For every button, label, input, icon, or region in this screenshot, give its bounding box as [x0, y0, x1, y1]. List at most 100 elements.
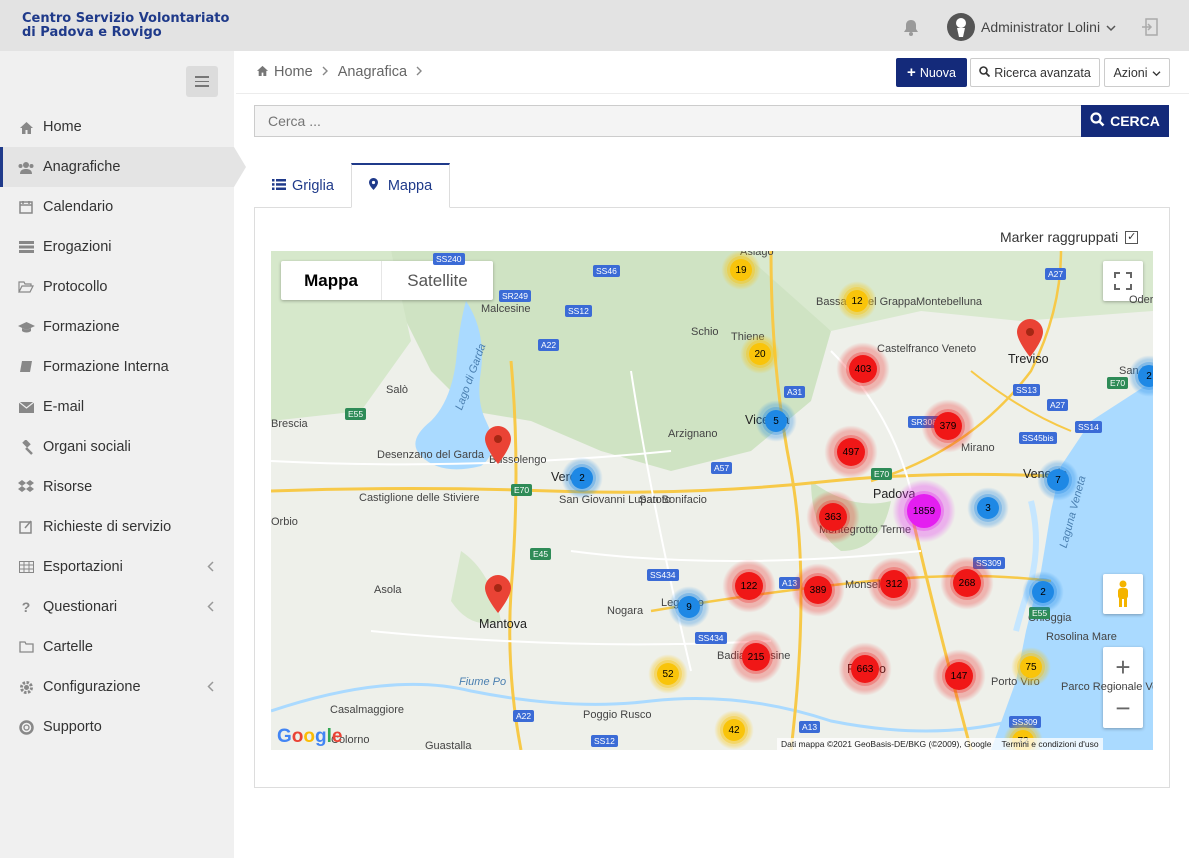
sidebar-item-anagrafiche[interactable]: Anagrafiche — [0, 147, 246, 187]
map-place-label: Schio — [691, 326, 719, 338]
map-place-label: Salò — [386, 384, 409, 396]
sidebar-item-formazione-interna[interactable]: Formazione Interna — [0, 347, 234, 387]
marker-cluster[interactable]: 389 — [791, 563, 845, 617]
sidebar-item-organi-sociali[interactable]: Organi sociali — [0, 427, 234, 467]
brand-title[interactable]: Centro Servizio Volontariato di Padova e… — [22, 12, 229, 40]
map-type-map-button[interactable]: Mappa — [281, 261, 382, 300]
envelope-icon — [17, 398, 35, 416]
home-icon — [256, 64, 269, 80]
sidebar-item-label: Formazione — [43, 319, 120, 335]
plus-icon: + — [907, 63, 916, 81]
map-type-satellite-button[interactable]: Satellite — [382, 261, 493, 300]
map-canvas[interactable]: Mappa Satellite + − AsiagoBassano del Gr… — [271, 251, 1153, 750]
marker-cluster-count: 663 — [851, 655, 879, 683]
sidebar-item-label: Cartelle — [43, 639, 93, 655]
sidebar-menu: Home Anagrafiche Calendario Erogazioni P… — [0, 107, 246, 747]
users-icon — [17, 158, 35, 176]
marker-cluster-count: 363 — [819, 503, 847, 531]
road-shield: SS46 — [593, 265, 620, 277]
sidebar-item-esportazioni[interactable]: Esportazioni — [0, 547, 234, 587]
breadcrumb-home[interactable]: Home — [274, 64, 313, 80]
map-pin-marker[interactable] — [485, 426, 511, 469]
marker-cluster[interactable]: 215 — [729, 630, 783, 684]
marker-cluster[interactable]: 52 — [648, 654, 688, 694]
tab-mappa[interactable]: Mappa — [351, 163, 450, 208]
hamburger-menu-button[interactable] — [186, 66, 218, 97]
marker-cluster[interactable]: 19 — [721, 251, 761, 290]
marker-cluster-count: 2 — [1138, 365, 1153, 387]
grouped-markers-toggle[interactable]: Marker raggruppati ✓ — [1000, 229, 1139, 245]
marker-cluster[interactable]: 20 — [740, 334, 780, 374]
sidebar-item-richieste-di-servizio[interactable]: Richieste di servizio — [0, 507, 234, 547]
sidebar-item-calendario[interactable]: Calendario — [0, 187, 234, 227]
marker-cluster[interactable]: 3 — [967, 487, 1009, 529]
marker-cluster[interactable]: 147 — [932, 649, 986, 703]
sidebar-item-erogazioni[interactable]: Erogazioni — [0, 227, 234, 267]
top-bar: Centro Servizio Volontariato di Padova e… — [0, 0, 1189, 51]
sidebar-item-cartelle[interactable]: Cartelle — [0, 627, 234, 667]
map-place-label: Parco Regionale Veneto — [1061, 681, 1153, 693]
marker-cluster[interactable]: 363 — [806, 490, 860, 544]
dropbox-icon — [17, 478, 35, 496]
sidebar-item-home[interactable]: Home — [0, 107, 234, 147]
home-icon — [17, 118, 35, 136]
sidebar-item-configurazione[interactable]: Configurazione — [0, 667, 234, 707]
marker-cluster-count: 122 — [735, 572, 763, 600]
marker-cluster[interactable]: 7 — [1037, 459, 1079, 501]
search-input[interactable] — [254, 105, 1082, 137]
logout-icon[interactable] — [1140, 17, 1160, 42]
road-shield: SS434 — [647, 569, 679, 581]
map-place-label: San Bonifacio — [639, 494, 707, 506]
marker-cluster[interactable]: 663 — [838, 642, 892, 696]
sidebar-item-supporto[interactable]: Supporto — [0, 707, 234, 747]
marker-cluster[interactable]: 312 — [867, 557, 921, 611]
map-place-label: Asola — [374, 584, 402, 596]
marker-cluster[interactable]: 75 — [1011, 647, 1051, 687]
marker-cluster-count: 75 — [1020, 656, 1042, 678]
map-pin-marker[interactable] — [1017, 319, 1043, 362]
marker-cluster[interactable]: 2 — [561, 457, 603, 499]
marker-cluster[interactable]: 9 — [668, 586, 710, 628]
marker-cluster[interactable]: 268 — [940, 556, 994, 610]
sidebar-item-risorse[interactable]: Risorse — [0, 467, 234, 507]
zoom-out-button[interactable]: − — [1103, 688, 1143, 728]
actions-dropdown[interactable]: Azioni — [1104, 58, 1170, 87]
tab-griglia[interactable]: Griglia — [272, 163, 334, 208]
street-view-pegman[interactable] — [1103, 574, 1143, 614]
user-menu[interactable]: Administrator Lolini — [947, 13, 1116, 41]
new-button-label: Nuova — [919, 65, 956, 80]
sidebar-item-email[interactable]: E-mail — [0, 387, 234, 427]
breadcrumb-current[interactable]: Anagrafica — [338, 64, 407, 80]
marker-cluster-count: 2 — [571, 467, 593, 489]
marker-cluster[interactable]: 5 — [755, 400, 797, 442]
terms-link[interactable]: Termini e condizioni d'uso — [1002, 739, 1099, 749]
sidebar-item-label: Formazione Interna — [43, 359, 169, 375]
sidebar-item-formazione[interactable]: Formazione — [0, 307, 234, 347]
grouped-markers-label: Marker raggruppati — [1000, 229, 1119, 245]
marker-cluster[interactable]: 2 — [1022, 571, 1064, 613]
search-button[interactable]: CERCA — [1081, 105, 1169, 137]
advanced-search-button[interactable]: Ricerca avanzata — [970, 58, 1100, 87]
marker-cluster[interactable]: 497 — [824, 425, 878, 479]
marker-cluster[interactable]: 122 — [722, 559, 776, 613]
marker-cluster[interactable]: 379 — [921, 399, 975, 453]
grouped-markers-checkbox[interactable]: ✓ — [1125, 230, 1139, 244]
marker-cluster[interactable]: 12 — [837, 281, 877, 321]
marker-cluster[interactable]: 403 — [836, 342, 890, 396]
marker-cluster-count: 268 — [953, 569, 981, 597]
marker-cluster[interactable]: 1859 — [892, 479, 956, 543]
road-shield: E45 — [530, 548, 552, 560]
new-button[interactable]: + Nuova — [896, 58, 967, 87]
bell-icon[interactable] — [903, 19, 919, 41]
marker-cluster-count: 52 — [657, 663, 679, 685]
map-pin-marker[interactable] — [485, 575, 511, 618]
map-pin-icon — [485, 426, 511, 464]
marker-cluster[interactable]: 42 — [714, 710, 754, 750]
sidebar-item-protocollo[interactable]: Protocollo — [0, 267, 234, 307]
list-icon — [272, 178, 286, 194]
sidebar-item-label: Anagrafiche — [43, 159, 121, 175]
sidebar-item-questionari[interactable]: ? Questionari — [0, 587, 234, 627]
chevron-left-icon — [207, 560, 214, 576]
road-shield: E70 — [1107, 377, 1129, 389]
header-divider — [236, 93, 1189, 94]
